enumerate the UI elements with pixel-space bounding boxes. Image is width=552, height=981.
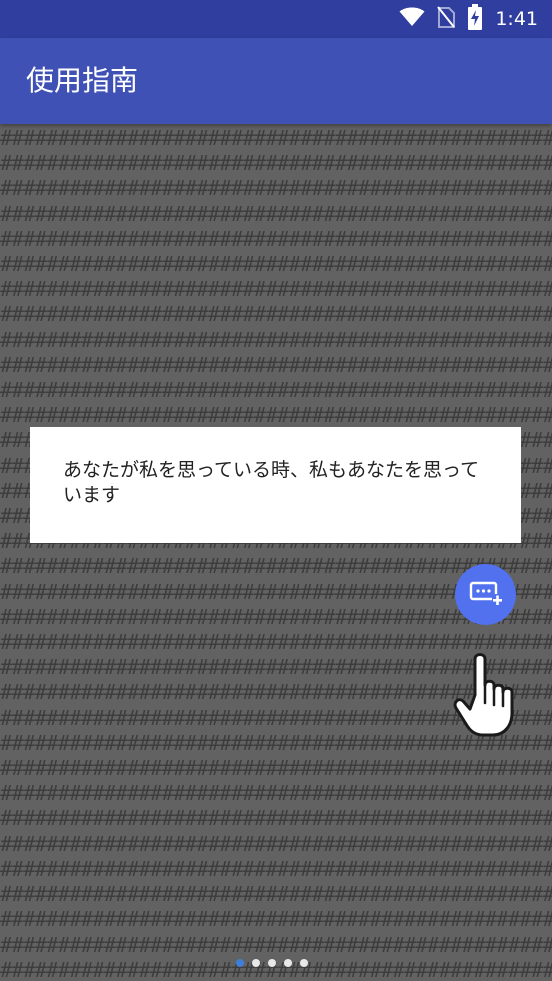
- tip-card: あなたが私を思っている時、私もあなたを思っています: [30, 427, 521, 543]
- no-sim-icon: [437, 6, 456, 32]
- page-dot: [252, 959, 260, 967]
- wifi-icon: [399, 7, 425, 31]
- page-dot: [300, 959, 308, 967]
- page-dot: [284, 959, 292, 967]
- page-dot: [268, 959, 276, 967]
- status-time: 1:41: [495, 8, 538, 30]
- battery-charging-icon: [467, 4, 483, 34]
- status-icons: 1:41: [399, 0, 538, 38]
- app-bar: 使用指南: [0, 38, 552, 124]
- page-title: 使用指南: [26, 64, 139, 97]
- page-indicator: [236, 959, 308, 967]
- guide-overlay[interactable]: ########################################…: [0, 124, 552, 981]
- status-bar: 1:41: [0, 0, 552, 38]
- tap-hand-icon: [450, 651, 522, 737]
- overlay-scrim: [0, 124, 552, 981]
- add-message-icon: [469, 580, 503, 610]
- page-dot: [236, 959, 244, 967]
- add-message-button[interactable]: [455, 564, 516, 625]
- tip-text: あなたが私を思っている時、私もあなたを思っています: [63, 459, 480, 506]
